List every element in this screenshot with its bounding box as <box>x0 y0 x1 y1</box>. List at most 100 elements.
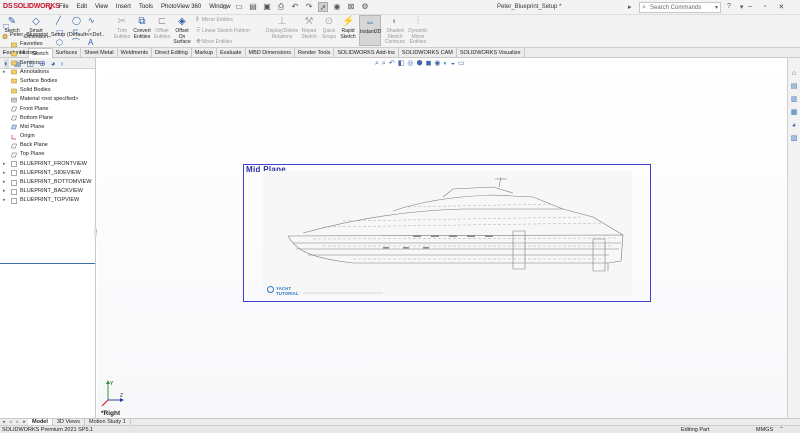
menu-photoview[interactable]: PhotoView 360 <box>161 4 201 10</box>
appearances-icon[interactable]: ◕ <box>790 121 799 130</box>
help-icon[interactable]: ▸ <box>628 3 632 11</box>
tree-item-origin[interactable]: Origin <box>0 132 96 141</box>
dynamic-annotation-icon[interactable]: ◎ <box>407 59 413 68</box>
tree-item-back-plane[interactable]: Back Plane <box>0 141 96 150</box>
tab-render-tools[interactable]: Render Tools <box>295 48 335 58</box>
repair-sketch-button[interactable]: ⚒ Repair Sketch <box>300 15 318 40</box>
zoom-to-area-icon[interactable]: ⌕ <box>382 59 386 68</box>
select-arrow-icon[interactable]: ➚ <box>318 2 328 12</box>
options-gear-icon[interactable]: ⚙ <box>360 2 370 12</box>
rollback-bar[interactable] <box>0 263 95 264</box>
menu-insert[interactable]: Insert <box>116 4 131 10</box>
restore-icon[interactable]: ▫ <box>764 3 766 11</box>
tree-item-blueprint-sideview[interactable]: ▸ BLUEPRINT_SIDEVIEW <box>0 169 96 178</box>
traffic-light-icon[interactable]: ◉ <box>332 2 342 12</box>
expand-arrow-icon[interactable]: ▸ <box>3 196 6 205</box>
expand-arrow-icon[interactable]: ▸ <box>3 178 6 187</box>
menu-edit[interactable]: Edit <box>77 4 87 10</box>
menu-file[interactable]: File <box>59 4 69 10</box>
tab-direct-editing[interactable]: Direct Editing <box>152 48 192 58</box>
search-commands-input[interactable]: ⌕ Search Commands ▾ <box>639 2 721 13</box>
custom-properties-icon[interactable]: ▧ <box>790 134 799 143</box>
tree-item-solid-bodies[interactable]: Solid Bodies <box>0 86 96 95</box>
mirror-entities-button[interactable]: ⫴ Mirror Entities <box>196 17 233 24</box>
expand-arrow-icon[interactable]: ▸ <box>3 169 6 178</box>
view-settings-icon[interactable]: ▭ <box>458 59 465 68</box>
tree-item-blueprint-backview[interactable]: ▸ BLUEPRINT_BACKVIEW <box>0 187 96 196</box>
tree-root-part[interactable]: Peter_Blueprint_Setup (Default<<Def.. <box>0 31 104 40</box>
tree-item-blueprint-topview[interactable]: ▸ BLUEPRINT_TOPVIEW <box>0 196 96 205</box>
move-entities-button[interactable]: ✥Move Entities <box>196 38 232 45</box>
tree-item-sensors[interactable]: Sensors <box>0 59 96 68</box>
file-explorer-icon[interactable]: ▥ <box>790 95 799 104</box>
linear-sketch-pattern-button[interactable]: ⠿ Linear Sketch Pattern <box>196 27 250 34</box>
display-style-icon[interactable]: ◼ <box>426 59 432 68</box>
unit-system-selector[interactable]: MMGS <box>756 427 773 433</box>
design-library-icon[interactable]: ▤ <box>790 82 799 91</box>
offset-on-surface-button[interactable]: ◈ Offset On Surface <box>172 15 192 46</box>
save-icon[interactable]: ▣ <box>262 2 272 12</box>
solidworks-resources-icon[interactable]: ⌂ <box>790 69 799 78</box>
print-icon[interactable]: ⎙ <box>276 2 286 12</box>
spline-icon[interactable]: ∿ <box>88 16 104 25</box>
blueprint-sketch-picture[interactable] <box>263 171 632 296</box>
expand-arrow-icon[interactable]: ▸ <box>3 187 6 196</box>
zoom-to-fit-icon[interactable]: ⌕ <box>375 59 379 68</box>
quick-snaps-button[interactable]: ⊙ Quick Snaps <box>320 15 338 40</box>
tree-item-history[interactable]: ▸ History <box>0 49 96 58</box>
tree-item-front-plane[interactable]: Front Plane <box>0 105 96 114</box>
new-document-icon[interactable]: ▭ <box>234 2 244 12</box>
convert-entities-button[interactable]: ⧉ Convert Entities <box>132 15 152 40</box>
dropdown-icon[interactable]: ▾ <box>740 3 744 11</box>
tree-item-blueprint-frontview[interactable]: ▸ BLUEPRINT_FRONTVIEW <box>0 160 96 169</box>
chevron-down-icon[interactable]: ▾ <box>715 4 718 11</box>
tree-item-material[interactable]: Material <not specified> <box>0 95 96 104</box>
line-icon[interactable]: ╱ <box>56 16 72 25</box>
edit-appearance-icon[interactable]: ◐ <box>444 59 448 68</box>
tab-weldments[interactable]: Weldments <box>118 48 153 58</box>
menu-view[interactable]: View <box>95 4 108 10</box>
view-orientation-icon[interactable]: ⬢ <box>416 59 422 68</box>
tab-mbd-dimensions[interactable]: MBD Dimensions <box>246 48 295 58</box>
display-delete-relations-button[interactable]: ⊥ Display/Delete Relations <box>266 15 298 40</box>
tree-item-mid-plane[interactable]: Mid Plane <box>0 123 96 132</box>
open-icon[interactable]: ▤ <box>248 2 258 12</box>
tree-item-annotations[interactable]: ▸ Annotations <box>0 68 96 77</box>
menu-tools[interactable]: Tools <box>139 4 153 10</box>
tab-evaluate[interactable]: Evaluate <box>217 48 246 58</box>
previous-view-icon[interactable]: ↶ <box>389 59 395 68</box>
reference-triad[interactable]: Y Z <box>98 378 126 410</box>
tab-markup[interactable]: Markup <box>192 48 218 58</box>
close-icon[interactable]: ✕ <box>778 3 784 11</box>
section-view-icon[interactable]: ◧ <box>398 59 405 68</box>
rebuild-icon[interactable]: ⊠ <box>346 2 356 12</box>
customize-status-bar-icon[interactable]: ⌃ <box>779 426 784 433</box>
tree-item-surface-bodies[interactable]: Surface Bodies <box>0 77 96 86</box>
instant2d-button[interactable]: ⇔ Instant2D <box>359 15 381 46</box>
circle-icon[interactable]: ◯ <box>72 16 88 25</box>
expand-arrow-icon[interactable]: ▸ <box>3 49 6 58</box>
rapid-sketch-button[interactable]: ⚡ Rapid Sketch <box>339 15 357 40</box>
tree-item-top-plane[interactable]: Top Plane <box>0 150 96 159</box>
minimize-icon[interactable]: – <box>748 3 752 11</box>
tab-solidworks-visualize[interactable]: SOLIDWORKS Visualize <box>457 48 525 58</box>
help-question-icon[interactable]: ? <box>727 3 731 11</box>
tab-solidworks-cam[interactable]: SOLIDWORKS CAM <box>399 48 457 58</box>
expand-arrow-icon[interactable]: ▸ <box>3 68 6 77</box>
apply-scene-icon[interactable]: ◒ <box>451 59 455 68</box>
dynamic-mirror-entities-button[interactable]: ⫶ Dynamic Mirror Entities <box>407 15 429 46</box>
pin-menu-icon[interactable]: ▸ <box>49 4 53 12</box>
view-palette-icon[interactable]: ▦ <box>790 108 799 117</box>
tree-item-blueprint-bottomview[interactable]: ▸ BLUEPRINT_BOTTOMVIEW <box>0 178 96 187</box>
tab-solidworks-add-ins[interactable]: SOLIDWORKS Add-Ins <box>334 48 399 58</box>
redo-icon[interactable]: ↷ <box>304 2 314 12</box>
tree-item-favorites[interactable]: Favorites <box>0 40 96 49</box>
expand-arrow-icon[interactable]: ▸ <box>3 160 6 169</box>
shaded-sketch-contours-button[interactable]: ◐ Shaded Sketch Contours <box>383 15 407 46</box>
trim-entities-button[interactable]: ✂ Trim Entities <box>112 15 132 40</box>
offset-entities-button[interactable]: ⊏ Offset Entities <box>152 15 172 40</box>
home-icon[interactable]: ⌂ <box>220 2 230 12</box>
hide-show-items-icon[interactable]: ◉ <box>434 59 440 68</box>
undo-icon[interactable]: ↶ <box>290 2 300 12</box>
tree-item-bottom-plane[interactable]: Bottom Plane <box>0 114 96 123</box>
